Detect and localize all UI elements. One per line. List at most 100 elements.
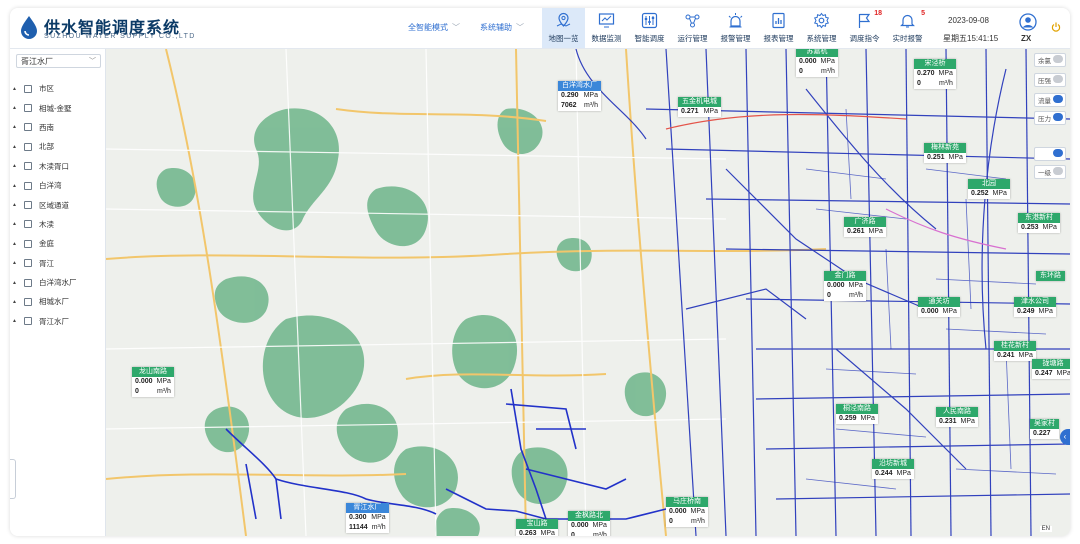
tree-item[interactable]: ▲ 白洋湾水厂	[12, 273, 77, 292]
user-avatar-icon[interactable]	[1019, 13, 1037, 31]
nav-smart-dispatch[interactable]: 智能调度	[628, 8, 671, 48]
station-card[interactable]: 津水公司 0.249 MPa	[1014, 297, 1056, 317]
nav-dispatch-instruction[interactable]: 18 调度指令	[843, 8, 886, 48]
tree-item[interactable]: ▲ 胥江水厂	[12, 312, 77, 331]
station-card[interactable]: 宝山路 0.263 MPa	[516, 519, 558, 536]
checkbox[interactable]	[24, 278, 32, 287]
toggle-switch-icon[interactable]	[1053, 75, 1063, 83]
tree-item[interactable]: ▲ 白洋湾	[12, 176, 77, 195]
nav-system-management[interactable]: 系统管理	[800, 8, 843, 48]
checkbox[interactable]	[24, 220, 32, 229]
map-canvas[interactable]: 白洋湾水厂 0.290 MPa 7062 m³/h 五金机电城 0.271 MPa 苏嘉杭 0.0…	[106, 49, 1070, 536]
tree-item[interactable]: ▲ 西南	[12, 118, 77, 137]
nav-operation[interactable]: 运行管理	[671, 8, 714, 48]
nav-realtime-alarm[interactable]: 5 实时报警	[886, 8, 929, 48]
expand-triangle-icon[interactable]: ▲	[12, 202, 20, 208]
plant-select[interactable]: 胥江水厂 ﹀	[16, 54, 101, 68]
mode-select[interactable]: 全智能模式 ﹀	[408, 22, 460, 33]
nav-label: 数据监测	[591, 34, 622, 43]
station-card[interactable]: 沿坊新城 0.244 MPa	[872, 459, 914, 479]
power-icon[interactable]	[1051, 22, 1061, 32]
station-card[interactable]: 东环路	[1036, 271, 1065, 281]
station-card[interactable]: 人民南路 0.231 MPa	[936, 407, 978, 427]
tree-item[interactable]: ▲ 相城-金墅	[12, 98, 77, 117]
station-card[interactable]: 金门路 0.000 MPa 0 m³/h	[824, 271, 866, 301]
tree-item[interactable]: ▲ 胥江	[12, 254, 77, 273]
tree-item[interactable]: ▲ 北部	[12, 137, 77, 156]
main-nav: 地图一览 数据监测 智能调度 运行管理 报警管理 报表管理 系统管理 18 调度…	[542, 8, 929, 48]
station-card[interactable]: 拢塘路 0.247 MPa	[1032, 359, 1070, 379]
toggle-switch-icon[interactable]	[1053, 55, 1063, 63]
tree-item[interactable]: ▲ 金庭	[12, 234, 77, 253]
station-card[interactable]: 龙山南路 0.000 MPa 0 m³/h	[132, 367, 174, 397]
nav-map-overview[interactable]: 地图一览	[542, 8, 585, 48]
station-card[interactable]: 宋泾桥 0.270 MPa 0 m³/h	[914, 59, 956, 89]
checkbox[interactable]	[24, 123, 32, 132]
sidebar-collapse-handle[interactable]	[10, 459, 16, 499]
checkbox[interactable]	[24, 297, 32, 306]
station-card[interactable]: 金枫路北 0.000 MPa 0 m³/h	[568, 511, 610, 536]
station-card[interactable]: 马庄桥南 0.000 MPa 0 m³/h	[666, 497, 708, 527]
layer-toggle[interactable]: 流量	[1034, 93, 1066, 107]
expand-triangle-icon[interactable]: ▲	[12, 318, 20, 324]
expand-triangle-icon[interactable]: ▲	[12, 221, 20, 227]
expand-triangle-icon[interactable]: ▲	[12, 144, 20, 150]
station-pressure: 0.000 MPa	[921, 308, 957, 315]
station-card[interactable]: 桐泾南路 0.259 MPa	[836, 404, 878, 424]
tree-item-label: 北部	[39, 142, 54, 152]
expand-triangle-icon[interactable]: ▲	[12, 241, 20, 247]
checkbox[interactable]	[24, 181, 32, 190]
station-card[interactable]: 五金机电城 0.271 MPa	[678, 97, 721, 117]
checkbox[interactable]	[24, 259, 32, 268]
station-card[interactable]: 白洋湾水厂 0.290 MPa 7062 m³/h	[558, 81, 601, 111]
toggle-switch-icon[interactable]	[1053, 113, 1063, 121]
expand-triangle-icon[interactable]: ▲	[12, 299, 20, 305]
toggle-switch-icon[interactable]	[1053, 95, 1063, 103]
expand-triangle-icon[interactable]: ▲	[12, 280, 20, 286]
station-card[interactable]: 通关坊 0.000 MPa	[918, 297, 960, 317]
checkbox[interactable]	[24, 201, 32, 210]
checkbox[interactable]	[24, 317, 32, 326]
flag-icon	[858, 13, 871, 28]
station-flow: 0 m³/h	[827, 292, 863, 299]
tree-item[interactable]: ▲ 木渎胥口	[12, 157, 77, 176]
tree-item[interactable]: ▲ 市区	[12, 79, 77, 98]
checkbox[interactable]	[24, 142, 32, 151]
nav-data-monitor[interactable]: 数据监测	[585, 8, 628, 48]
tree-item[interactable]: ▲ 木渎	[12, 215, 77, 234]
right-panel-toggle-icon[interactable]: ‹	[1060, 429, 1070, 445]
nav-report-management[interactable]: 报表管理	[757, 8, 800, 48]
checkbox[interactable]	[24, 104, 32, 113]
tree-item[interactable]: ▲ 区域通道	[12, 195, 77, 214]
expand-triangle-icon[interactable]: ▲	[12, 124, 20, 130]
expand-triangle-icon[interactable]: ▲	[12, 163, 20, 169]
station-card[interactable]: 桂花新村 0.241 MPa	[994, 341, 1036, 361]
checkbox[interactable]	[24, 162, 32, 171]
toggle-switch-icon[interactable]	[1053, 167, 1063, 175]
expand-triangle-icon[interactable]: ▲	[12, 183, 20, 189]
expand-triangle-icon[interactable]: ▲	[12, 260, 20, 266]
checkbox[interactable]	[24, 84, 32, 93]
station-card[interactable]: 苏嘉杭 0.000 MPa 0 m³/h	[796, 49, 838, 77]
expand-triangle-icon[interactable]: ▲	[12, 105, 20, 111]
chevron-down-icon: ﹀	[516, 23, 524, 32]
layer-toggle[interactable]: 余氯	[1034, 53, 1066, 67]
tree-item[interactable]: ▲ 相城水厂	[12, 292, 77, 311]
layer-toggle[interactable]	[1034, 147, 1066, 161]
layer-toggle[interactable]: 一级	[1034, 165, 1066, 179]
expand-triangle-icon[interactable]: ▲	[12, 86, 20, 92]
station-card[interactable]: 梅林新苑 0.251 MPa	[924, 143, 966, 163]
checkbox[interactable]	[24, 239, 32, 248]
layer-toggle[interactable]: 压强	[1034, 73, 1066, 87]
assist-select[interactable]: 系统辅助 ﹀	[480, 22, 524, 33]
toggle-switch-icon[interactable]	[1053, 149, 1063, 157]
station-card[interactable]: 北园 0.252 MPa	[968, 179, 1010, 199]
station-card[interactable]: 东港新村 0.253 MPa	[1018, 213, 1060, 233]
nav-alarm-management[interactable]: 报警管理	[714, 8, 757, 48]
station-card[interactable]: 吴家村 0.227	[1030, 419, 1059, 439]
alarm-light-icon	[728, 13, 743, 28]
station-card[interactable]: 胥江水厂 0.300 MPa 11144 m³/h	[346, 503, 389, 533]
station-name: 梅林新苑	[924, 143, 966, 153]
station-card[interactable]: 广济路 0.261 MPa	[844, 217, 886, 237]
layer-toggle[interactable]: 压力	[1034, 111, 1066, 125]
